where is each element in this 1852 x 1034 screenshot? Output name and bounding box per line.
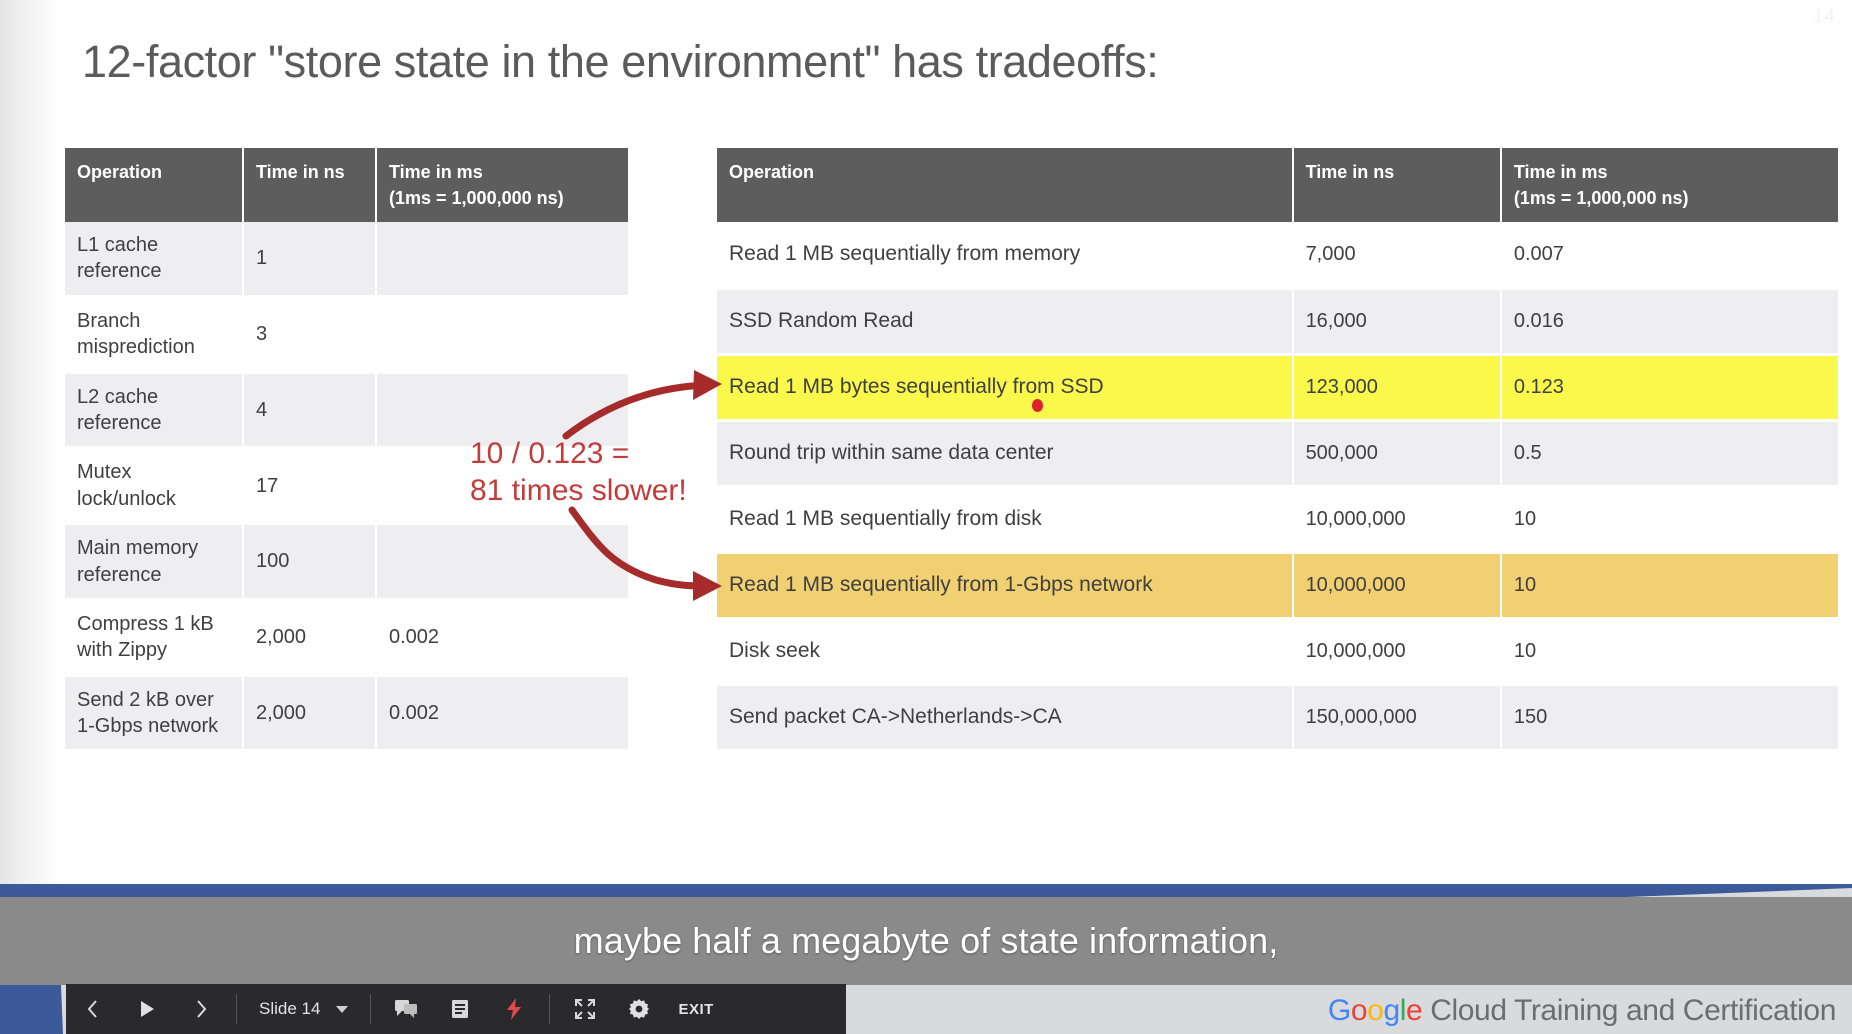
google-cloud-training-logo: Google Cloud Training and Certification [1328,994,1836,1028]
cell-time-ns: 7,000 [1292,222,1502,290]
cell-time-ms: 0.002 [376,675,628,753]
cell-time-ms: 0.016 [1500,288,1838,356]
fullscreen-exit-icon[interactable] [558,984,612,1034]
exit-button[interactable]: EXIT [666,1001,725,1018]
cell-operation: Disk seek [717,618,1294,686]
toolbar-divider [370,994,372,1024]
chevron-down-icon [336,1005,349,1013]
col-header-operation: Operation [717,148,1294,222]
cell-time-ms: 10 [1500,618,1838,686]
col-header-time-ns: Time in ns [243,148,377,222]
lightning-slides-icon[interactable] [487,984,541,1034]
table-header-row: Operation Time in ns Time in ms (1ms = 1… [717,148,1838,222]
cell-operation: Compress 1 kB with Zippy [65,599,244,677]
toolbar-divider [549,994,551,1024]
table-row: L1 cache reference 1 [65,222,628,298]
cell-operation: Send 2 kB over 1-Gbps network [65,675,244,753]
slide-title: 12-factor "store state in the environmen… [82,36,1159,87]
next-slide-icon[interactable] [174,984,228,1034]
table-row: Main memory reference 100 [65,523,628,601]
col-header-time-ms: Time in ms (1ms = 1,000,000 ns) [1500,148,1838,222]
cell-time-ns: 500,000 [1292,420,1502,488]
presentation-player-toolbar[interactable]: Slide 14 EXIT [66,984,846,1034]
annotation-text: 10 / 0.123 = 81 times slower! [470,437,687,507]
audience-questions-icon[interactable] [379,984,433,1034]
cell-time-ms: 0.5 [1500,420,1838,488]
cell-time-ms [376,296,628,374]
cell-operation: Main memory reference [65,523,244,601]
col-header-time-ms: Time in ms (1ms = 1,000,000 ns) [376,148,628,222]
col-header-time-ns: Time in ns [1292,148,1502,222]
google-wordmark: Google [1327,994,1423,1027]
cell-time-ms: 0.123 [1500,354,1838,422]
cell-time-ns: 3 [243,296,377,374]
cell-time-ns: 2,000 [243,675,377,753]
table-row: Read 1 MB sequentially from memory 7,000 0… [717,222,1838,290]
slide-selector[interactable]: Slide 14 [245,999,362,1019]
cell-time-ms: 150 [1500,684,1838,752]
table-row: Round trip within same data center 500,00… [717,420,1838,488]
view-controls: EXIT [558,984,725,1034]
cell-time-ns: 10,000,000 [1292,552,1502,620]
previous-slide-icon[interactable] [66,984,120,1034]
table-row: Read 1 MB bytes sequentially from SSD 123… [717,354,1838,422]
cell-operation: Branch misprediction [65,296,244,374]
table-row: Read 1 MB sequentially from 1-Gbps netwo… [717,552,1838,620]
cell-operation: L1 cache reference [65,222,244,298]
cell-time-ns: 4 [243,372,377,450]
cell-time-ns: 1 [243,222,377,298]
table-row: SSD Random Read 16,000 0.016 [717,288,1838,356]
cell-operation: Read 1 MB sequentially from disk [717,486,1294,554]
cell-time-ns: 2,000 [243,599,377,677]
cell-time-ms: 10 [1500,486,1838,554]
table-row: Branch misprediction 3 [65,296,628,374]
slide-viewer: 14 12-factor "store state in the environ… [0,0,1852,1034]
cell-time-ns: 17 [243,447,377,526]
logo-suffix: Cloud Training and Certification [1422,994,1836,1027]
cell-time-ns: 150,000,000 [1292,684,1502,752]
play-icon[interactable] [120,984,174,1034]
caption-bar: maybe half a megabyte of state informati… [0,897,1852,985]
cell-operation: L2 cache reference [65,372,244,450]
page-number: 14 [1812,6,1836,27]
table-row: Disk seek 10,000,000 10 [717,618,1838,686]
cell-time-ns: 100 [243,523,377,601]
cell-operation: Send packet CA->Netherlands->CA [717,684,1294,752]
cell-time-ns: 10,000,000 [1292,618,1502,686]
tools-group [379,984,541,1034]
table-header-row: Operation Time in ns Time in ms (1ms = 1… [65,148,628,222]
table-row: Compress 1 kB with Zippy 2,000 0.002 [65,599,628,677]
laser-pointer-dot [1032,399,1043,412]
caption-text: maybe half a megabyte of state informati… [573,920,1279,961]
cell-operation: Round trip within same data center [717,420,1294,488]
cell-time-ms [376,222,628,298]
cell-time-ns: 10,000,000 [1292,486,1502,554]
cell-operation: Mutex lock/unlock [65,447,244,526]
cell-operation: Read 1 MB bytes sequentially from SSD [717,354,1294,422]
cell-time-ms: 0.007 [1500,222,1838,290]
cell-time-ns: 16,000 [1292,288,1502,356]
latency-table-right: Operation Time in ns Time in ms (1ms = 1… [717,148,1838,752]
cell-operation: Read 1 MB sequentially from 1-Gbps netwo… [717,552,1294,620]
cell-operation: Read 1 MB sequentially from memory [717,222,1294,290]
cell-time-ms: 10 [1500,552,1838,620]
settings-gear-icon[interactable] [612,984,666,1034]
table-row: Read 1 MB sequentially from disk 10,000,0… [717,486,1838,554]
slide-selector-label: Slide 14 [259,999,321,1018]
toolbar-divider [236,994,237,1024]
cell-time-ns: 123,000 [1292,354,1502,422]
slide-edge-shadow [0,0,60,1034]
speaker-notes-icon[interactable] [433,984,487,1034]
col-header-operation: Operation [65,148,244,222]
cell-operation: SSD Random Read [717,288,1294,356]
table-row: Send 2 kB over 1-Gbps network 2,000 0.002 [65,675,628,753]
playback-controls [66,984,228,1034]
table-row: Send packet CA->Netherlands->CA 150,000,0… [717,684,1838,752]
